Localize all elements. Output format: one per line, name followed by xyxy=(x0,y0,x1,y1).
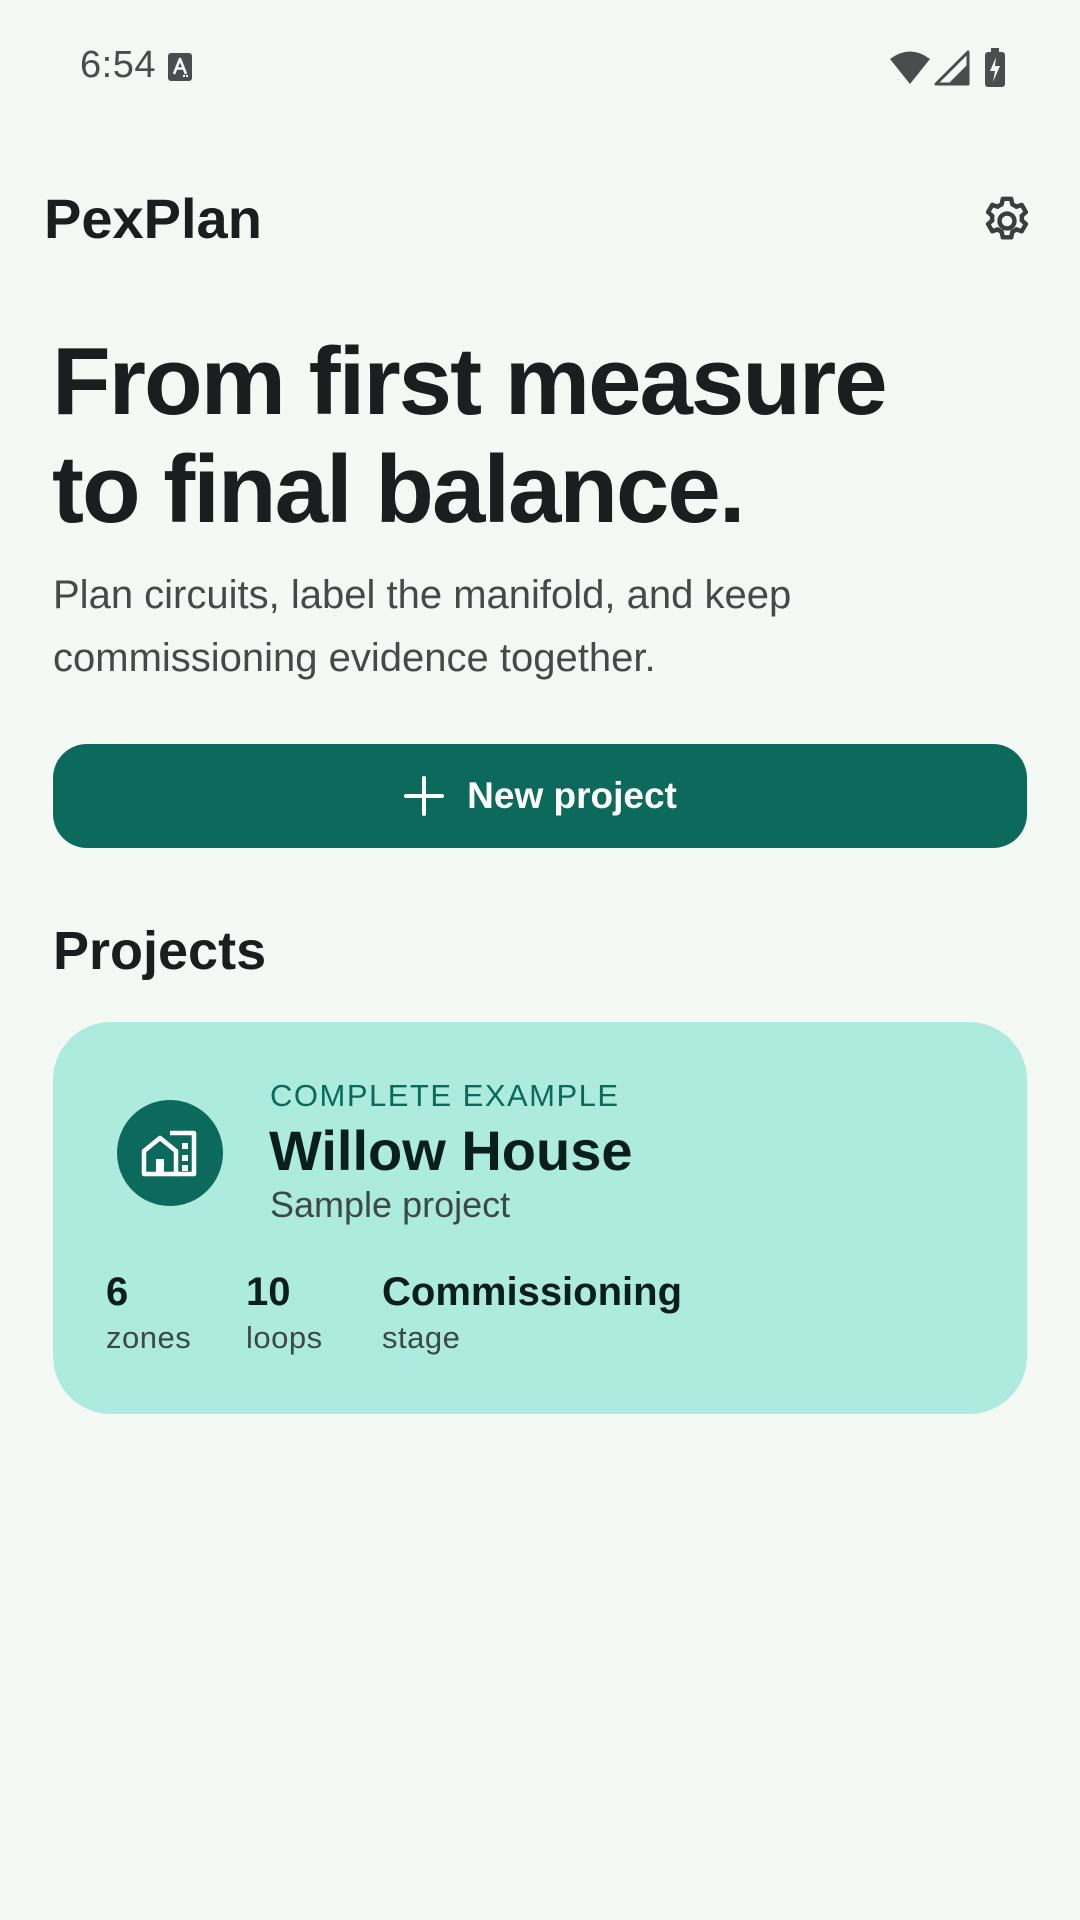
hero-title-line: to final balance. xyxy=(52,436,745,543)
stat-loops: 10 loops xyxy=(246,1268,323,1360)
hero-subtitle-line: commissioning evidence together. xyxy=(53,636,656,680)
stat-stage: Commissioning stage xyxy=(382,1268,682,1360)
status-bar: 6:54 xyxy=(0,0,1080,134)
new-project-label: New project xyxy=(467,775,677,816)
project-eyebrow: COMPLETE EXAMPLE xyxy=(270,1078,620,1113)
project-card[interactable]: COMPLETE EXAMPLE Willow House Sample pro… xyxy=(53,1022,1027,1414)
new-project-button[interactable]: New project xyxy=(53,744,1027,848)
project-avatar xyxy=(117,1100,223,1206)
stat-label: stage xyxy=(382,1320,461,1355)
signal-icon xyxy=(934,50,970,86)
gear-icon xyxy=(985,196,1029,240)
hero-title: From first measure to final balance. xyxy=(52,328,1012,544)
stat-value: 10 xyxy=(246,1270,291,1314)
a-box-icon xyxy=(168,53,192,81)
app-title: PexPlan xyxy=(44,187,262,250)
plus-icon xyxy=(404,776,445,816)
hero-title-line: From first measure xyxy=(52,328,888,435)
stat-label: zones xyxy=(106,1320,192,1355)
house-building-icon xyxy=(141,1130,197,1177)
status-time: 6:54 xyxy=(80,44,156,86)
hero-subtitle-line: Plan circuits, label the manifold, and k… xyxy=(53,573,792,617)
stat-zones: 6 zones xyxy=(106,1268,191,1360)
projects-section-title: Projects xyxy=(53,921,267,981)
project-name: Willow House xyxy=(269,1119,633,1182)
stat-value: Commissioning xyxy=(382,1270,683,1314)
wifi-icon xyxy=(890,51,930,84)
settings-button[interactable] xyxy=(975,189,1039,253)
hero-subtitle: Plan circuits, label the manifold, and k… xyxy=(53,564,953,690)
stat-label: loops xyxy=(246,1320,323,1355)
project-description: Sample project xyxy=(270,1184,511,1225)
stat-value: 6 xyxy=(106,1270,129,1314)
battery-charging-icon xyxy=(985,48,1005,87)
